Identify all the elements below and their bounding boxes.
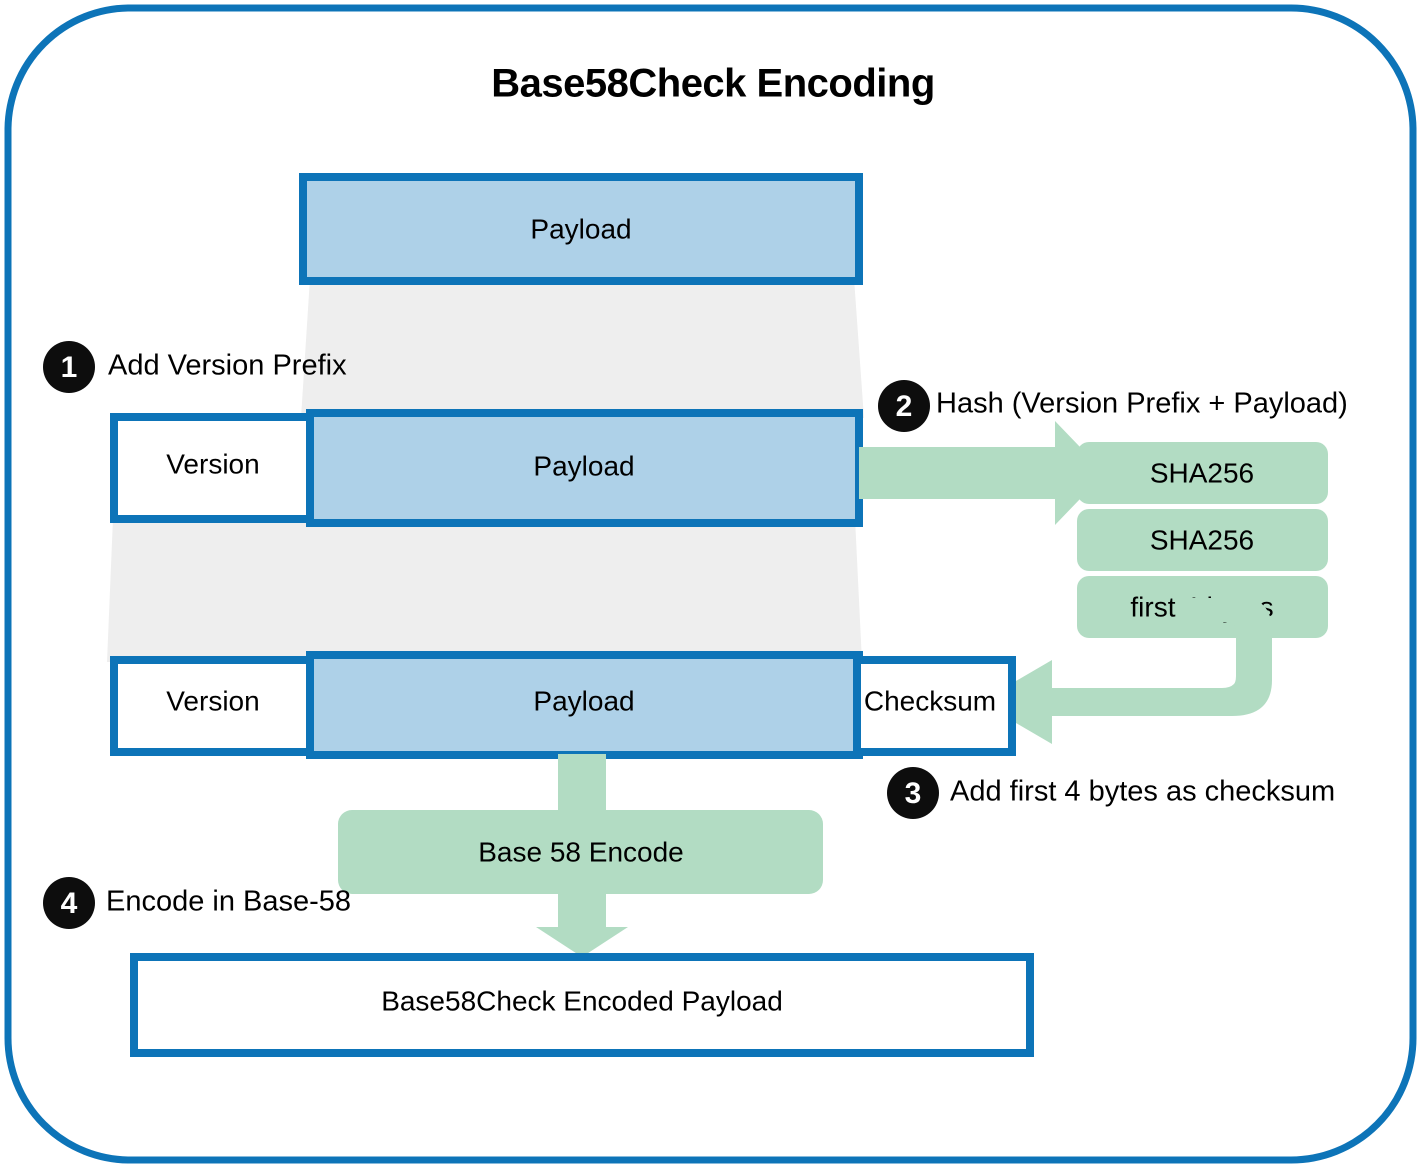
row2-version-label: Version: [166, 448, 259, 479]
base58-encode-label: Base 58 Encode: [478, 836, 684, 867]
connector-row3-to-encode: [558, 754, 606, 814]
row3-version-label: Version: [166, 685, 259, 716]
step-2-number: 2: [896, 390, 913, 423]
diagram-title: Base58Check Encoding: [491, 62, 935, 106]
row3-payload-label: Payload: [533, 685, 634, 716]
row3-checksum-label: Checksum: [864, 685, 996, 716]
step-2-label: Hash (Version Prefix + Payload): [936, 388, 1348, 420]
row2-payload-label: Payload: [533, 450, 634, 481]
hash-box-1-label: SHA256: [1150, 457, 1254, 488]
step-3-label: Add first 4 bytes as checksum: [950, 776, 1335, 808]
row1-payload-label: Payload: [530, 213, 631, 244]
output-label: Base58Check Encoded Payload: [381, 985, 783, 1016]
row1-payload-box: Payload: [299, 173, 863, 285]
base58check-encoding-diagram: Base58Check Encoding Payload Version Pay…: [4, 4, 1417, 1164]
diagram-canvas: Base58Check Encoding Payload Version Pay…: [0, 0, 1427, 1175]
base58-encode-box: Base 58 Encode: [338, 810, 823, 894]
step-4-label: Encode in Base-58: [106, 886, 351, 918]
connector-payload-row1-row2: [301, 278, 864, 418]
step-3-number: 3: [905, 777, 922, 810]
step-4-number: 4: [61, 887, 78, 920]
hash-box-sha256-2: SHA256: [1077, 509, 1328, 571]
step-1-label: Add Version Prefix: [108, 350, 347, 382]
hash-box-sha256-1: SHA256: [1077, 442, 1328, 504]
connector-row2-row3: [107, 518, 862, 662]
row2: Version Payload: [110, 409, 863, 527]
step-1-number: 1: [61, 351, 78, 384]
hash-box-2-label: SHA256: [1150, 524, 1254, 555]
output-box: Base58Check Encoded Payload: [130, 953, 1034, 1057]
row3: Version Payload Checksum: [110, 651, 1016, 759]
